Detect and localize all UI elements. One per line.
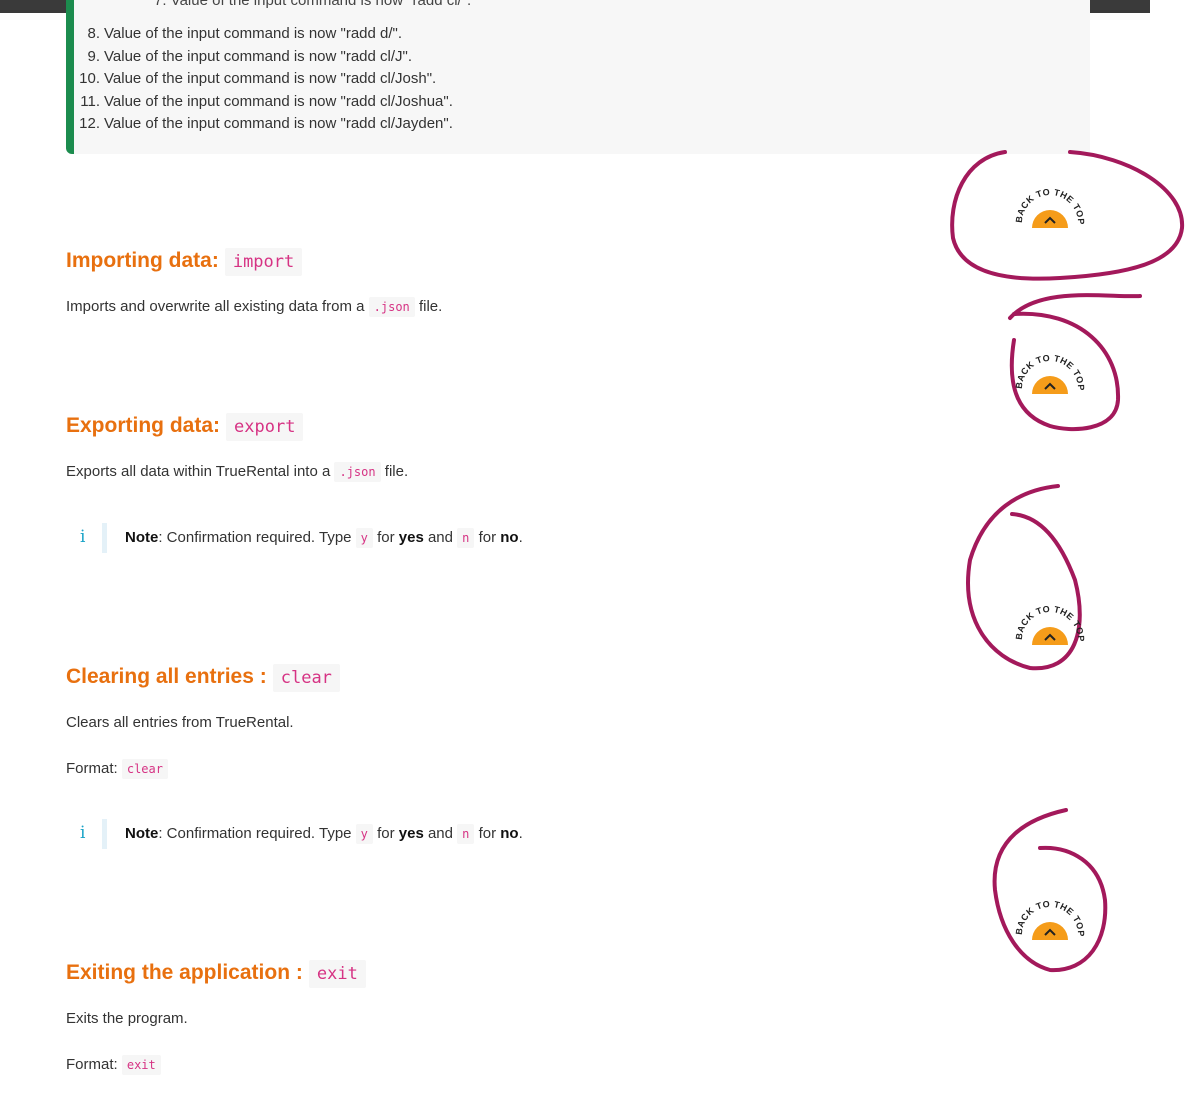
back-to-top-graphic: BACK TO THE TOP: [1014, 604, 1086, 645]
back-to-top-graphic: BACK TO THE TOP: [1014, 187, 1086, 228]
back-to-top-button[interactable]: BACK TO THE TOP: [1010, 349, 1090, 399]
back-to-top-graphic: BACK TO THE TOP: [1014, 899, 1086, 940]
back-to-top-graphic: BACK TO THE TOP: [1014, 353, 1086, 394]
back-to-top-button[interactable]: BACK TO THE TOP: [1010, 183, 1090, 233]
back-to-top-button[interactable]: BACK TO THE TOP: [1010, 600, 1090, 650]
back-to-top-button[interactable]: BACK TO THE TOP: [1010, 895, 1090, 945]
